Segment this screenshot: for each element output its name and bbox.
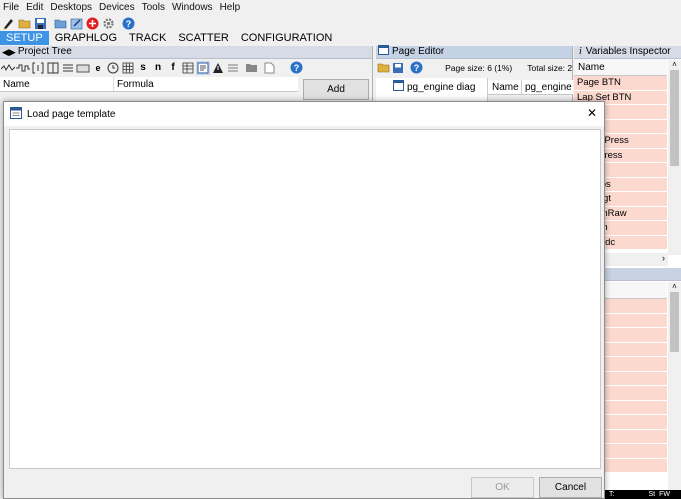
save-icon[interactable] — [33, 16, 48, 31]
page-size-label: Page size: 6 (1%) — [445, 62, 513, 73]
f-icon[interactable]: f — [166, 61, 180, 75]
project-tree-columns: Name Formula — [0, 77, 298, 92]
menu-bar: File Edit Desktops Devices Tools Windows… — [0, 0, 681, 14]
e-icon[interactable]: e — [91, 61, 105, 75]
menu-edit[interactable]: Edit — [26, 2, 43, 13]
page-icon[interactable] — [196, 60, 210, 75]
close-icon[interactable]: ✕ — [587, 106, 597, 120]
project-tree-header: ◀▶ Project Tree — [0, 46, 372, 59]
scrollbar-thumb[interactable] — [670, 292, 679, 352]
column-name[interactable]: Name — [488, 80, 522, 94]
folder-icon[interactable] — [244, 61, 258, 75]
menu-windows[interactable]: Windows — [172, 2, 213, 13]
tab-setup[interactable]: SETUP — [0, 31, 49, 45]
cancel-button[interactable]: Cancel — [539, 477, 602, 498]
page-template-icon — [10, 106, 22, 122]
record-icon[interactable] — [85, 16, 100, 31]
variable-row[interactable]: Page BTN — [574, 76, 667, 91]
s-icon[interactable]: s — [136, 61, 150, 75]
variables-columns: Name — [574, 59, 667, 76]
clock-icon[interactable] — [106, 61, 120, 75]
collapse-arrows-icon[interactable]: ◀▶ — [2, 46, 16, 58]
scrollbar-thumb[interactable] — [670, 70, 679, 166]
page-editor-icon — [378, 45, 389, 59]
page-editor-toolbar: ? Page size: 6 (1%) Total size: 23 — [376, 59, 572, 76]
grid-icon[interactable] — [121, 61, 135, 75]
help-icon[interactable]: ? — [121, 16, 136, 31]
main-toolbar: ? — [0, 14, 681, 32]
pen-icon[interactable] — [1, 16, 16, 31]
status-strip: T: St FW — [605, 490, 681, 499]
page-tree-item[interactable]: pg_engine diag — [376, 78, 487, 94]
split-icon[interactable] — [46, 61, 60, 75]
page-editor-header: Page Editor — [376, 45, 572, 59]
menu-devices[interactable]: Devices — [99, 2, 135, 13]
project-tree-toolbar: e s n f ? — [0, 59, 372, 76]
tab-configuration[interactable]: CONFIGURATION — [235, 31, 338, 45]
svg-text:?: ? — [293, 63, 299, 73]
total-size-label: Total size: 23 — [527, 62, 572, 73]
document-icon[interactable] — [262, 61, 276, 75]
menu-file[interactable]: File — [3, 2, 19, 13]
variables-inspector-header: i Variables Inspector — [574, 46, 681, 59]
menu-desktops[interactable]: Desktops — [50, 2, 92, 13]
status-fragment: St — [648, 491, 656, 498]
template-list[interactable] — [9, 129, 601, 469]
vertical-scrollbar[interactable]: ˄ — [668, 60, 681, 255]
page-tree-label: pg_engine diag — [407, 81, 476, 93]
status-fragment: FW — [659, 491, 670, 498]
variables-inspector-title: Variables Inspector — [585, 46, 671, 57]
column-formula[interactable]: Formula — [114, 77, 154, 91]
load-page-template-dialog: Load page template ✕ OK Cancel — [3, 101, 605, 499]
scroll-right-icon[interactable]: › — [662, 253, 665, 263]
menu-help[interactable]: Help — [220, 2, 241, 13]
add-button[interactable]: Add — [303, 79, 369, 100]
vertical-scrollbar-2[interactable]: ˄ — [668, 282, 681, 499]
info-icon: i — [579, 46, 582, 57]
column-name[interactable]: Name — [578, 59, 605, 75]
svg-text:?: ? — [126, 19, 132, 29]
lines-icon[interactable] — [226, 61, 240, 75]
settings-icon[interactable] — [101, 16, 116, 31]
mode-tabs: SETUP GRAPHLOG TRACK SCATTER CONFIGURATI… — [0, 31, 681, 45]
dialog-title: Load page template — [27, 108, 116, 120]
scroll-up-icon[interactable]: ˄ — [668, 60, 681, 69]
help-icon[interactable]: ? — [410, 61, 423, 75]
status-fragment: T: — [609, 491, 615, 498]
column-name[interactable]: Name — [0, 77, 114, 91]
tab-graphlog[interactable]: GRAPHLOG — [49, 31, 123, 45]
open-folder-icon[interactable] — [17, 16, 32, 31]
dialog-title-bar[interactable]: Load page template ✕ — [4, 102, 604, 126]
table-icon[interactable] — [181, 61, 195, 75]
ok-button[interactable]: OK — [471, 477, 534, 498]
bracket-icon[interactable] — [31, 61, 45, 75]
page-template-icon — [393, 80, 404, 94]
tab-scatter[interactable]: SCATTER — [172, 31, 235, 45]
list-icon[interactable] — [61, 61, 75, 75]
warning-icon[interactable] — [211, 61, 225, 75]
svg-text:?: ? — [414, 63, 420, 73]
n-icon[interactable]: n — [151, 61, 165, 75]
waveform-icon[interactable] — [16, 61, 30, 75]
save-icon[interactable] — [391, 61, 404, 75]
tab-track[interactable]: TRACK — [123, 31, 172, 45]
export-icon[interactable] — [69, 16, 84, 31]
open-project-icon[interactable] — [53, 16, 68, 31]
page-properties-columns: Name pg_engine — [488, 80, 573, 95]
column-value[interactable]: pg_engine — [522, 80, 572, 94]
help-icon[interactable]: ? — [289, 61, 303, 75]
scroll-up-icon[interactable]: ˄ — [668, 282, 681, 291]
menu-tools[interactable]: Tools — [142, 2, 165, 13]
project-tree-title: Project Tree — [17, 46, 72, 57]
page-editor-title: Page Editor — [392, 46, 445, 57]
keyboard-icon[interactable] — [76, 61, 90, 75]
open-folder-icon[interactable] — [377, 61, 390, 75]
wave-icon[interactable] — [1, 61, 15, 75]
